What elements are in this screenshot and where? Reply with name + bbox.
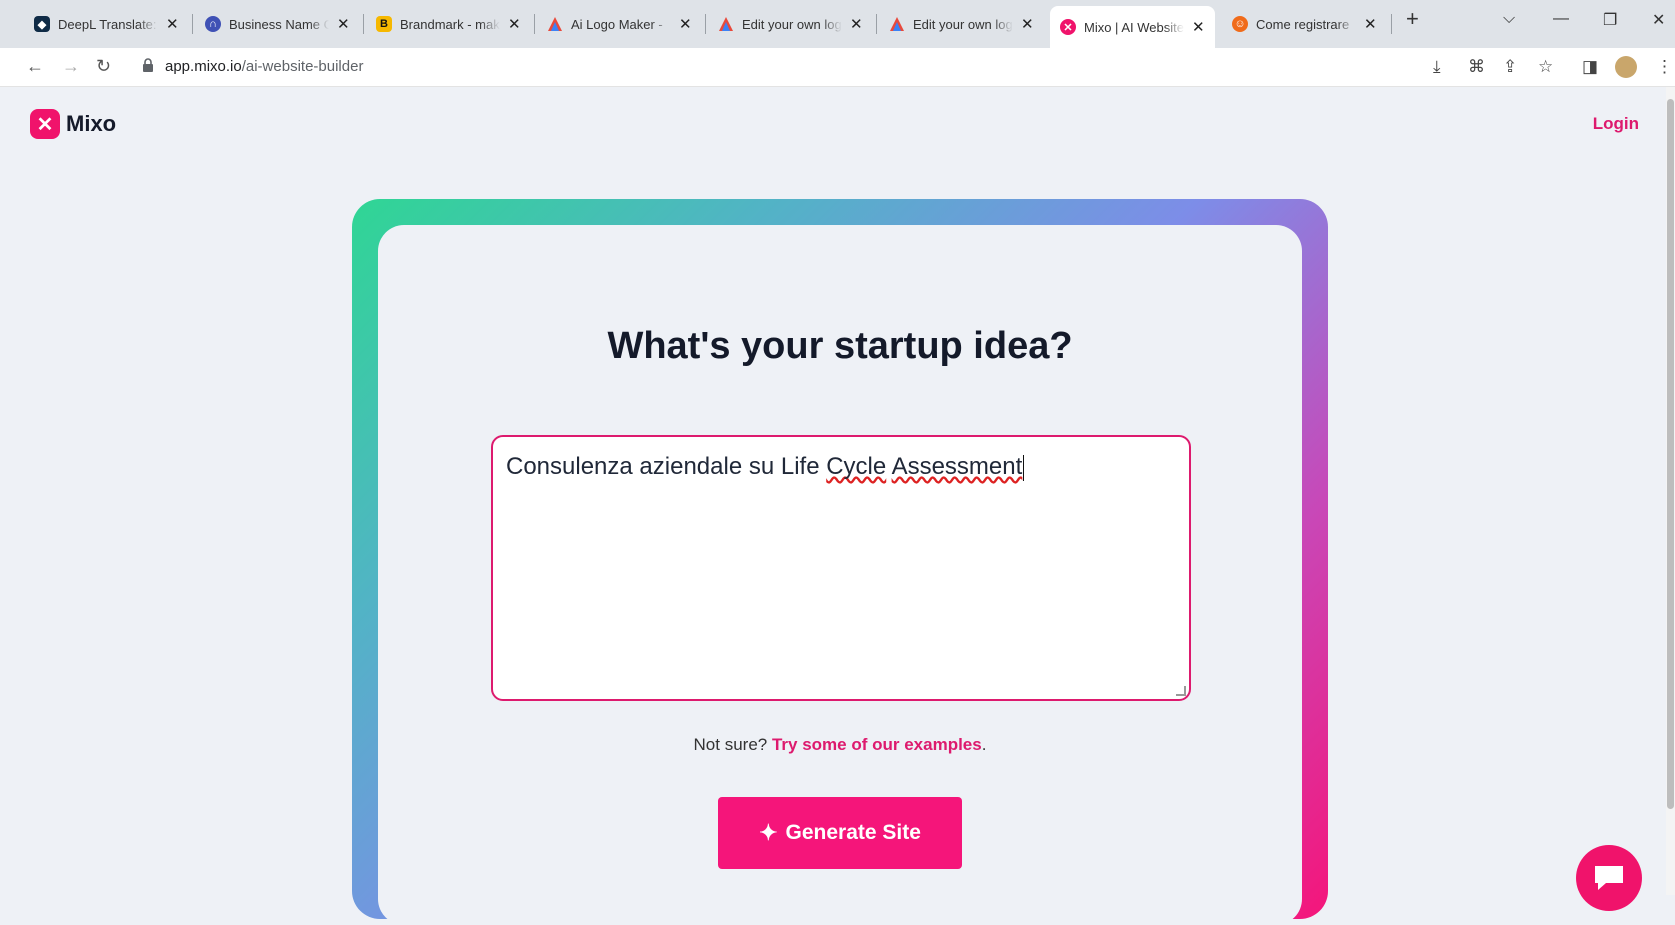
chat-button[interactable] xyxy=(1576,845,1642,911)
tab-edit-logo-2[interactable]: Edit your own log ✕ xyxy=(889,8,1034,40)
brandmark-icon: B xyxy=(376,16,392,32)
mixo-icon: ✕ xyxy=(1060,19,1076,35)
triangle-logo-icon xyxy=(547,16,563,32)
side-panel-icon[interactable]: ◨ xyxy=(1582,57,1598,77)
tab-ai-logo-maker[interactable]: Ai Logo Maker - ✕ xyxy=(547,8,692,40)
forward-icon[interactable]: → xyxy=(62,56,80,77)
mixo-logo[interactable]: ✕ Mixo xyxy=(30,109,116,139)
tab-brandmark[interactable]: B Brandmark - mak ✕ xyxy=(376,8,521,40)
scrollbar[interactable] xyxy=(1666,87,1675,895)
close-icon[interactable]: ✕ xyxy=(1364,15,1377,33)
reload-icon[interactable]: ↻ xyxy=(96,56,111,77)
gradient-frame: What's your startup idea? Consulenza azi… xyxy=(352,199,1328,925)
chat-bubble-icon xyxy=(1595,866,1623,890)
close-icon[interactable]: ✕ xyxy=(1021,15,1034,33)
examples-link[interactable]: Try some of our examples xyxy=(772,735,982,754)
new-tab-icon[interactable]: + xyxy=(1406,6,1419,32)
lock-icon[interactable] xyxy=(143,58,153,72)
translate-icon[interactable]: ⌘ xyxy=(1468,57,1485,77)
triangle-logo-icon xyxy=(889,16,905,32)
idea-card: What's your startup idea? Consulenza azi… xyxy=(378,225,1302,925)
close-icon[interactable]: ✕ xyxy=(508,15,521,33)
login-link[interactable]: Login xyxy=(1593,114,1639,134)
browser-toolbar: ← → ↻ app.mixo.io/ai-website-builder ⤓ ⌘… xyxy=(0,48,1675,87)
close-icon[interactable]: ✕ xyxy=(850,15,863,33)
close-icon[interactable]: ✕ xyxy=(337,15,350,33)
close-icon[interactable]: ✕ xyxy=(1192,18,1205,36)
startup-idea-textarea[interactable]: Consulenza aziendale su Life Cycle Asses… xyxy=(491,435,1191,701)
close-window-icon[interactable]: ✕ xyxy=(1652,10,1665,30)
page: ✕ Mixo Login What's your startup idea? C… xyxy=(12,87,1663,925)
triangle-logo-icon xyxy=(718,16,734,32)
close-icon[interactable]: ✕ xyxy=(679,15,692,33)
resize-handle-icon[interactable] xyxy=(1176,686,1186,696)
tab-edit-logo-1[interactable]: Edit your own log ✕ xyxy=(718,8,863,40)
minimize-icon[interactable]: — xyxy=(1553,10,1569,28)
share-icon[interactable]: ⇪ xyxy=(1503,57,1517,77)
deepl-icon: ◆ xyxy=(34,16,50,32)
tab-deepl[interactable]: ◆ DeepL Translate: ✕ xyxy=(34,8,179,40)
address-bar[interactable]: app.mixo.io/ai-website-builder xyxy=(165,58,363,75)
idea-text: Consulenza aziendale su Life Cycle Asses… xyxy=(506,453,1025,481)
page-title: What's your startup idea? xyxy=(607,325,1073,367)
namelix-icon: ∩ xyxy=(205,16,221,32)
menu-icon[interactable]: ⋮ xyxy=(1656,57,1673,77)
close-icon[interactable]: ✕ xyxy=(166,15,179,33)
chevron-down-icon[interactable]: ⌵ xyxy=(1503,10,1515,28)
install-icon[interactable]: ⤓ xyxy=(1433,57,1441,77)
bookmark-star-icon[interactable]: ☆ xyxy=(1538,57,1553,77)
tab-business-name[interactable]: ∩ Business Name Ge ✕ xyxy=(205,8,350,40)
tab-mixo[interactable]: ✕ Mixo | AI Website ✕ xyxy=(1050,6,1215,48)
smile-icon: ☺ xyxy=(1232,16,1248,32)
sparkle-icon: ✦ xyxy=(759,820,778,845)
examples-hint: Not sure? Try some of our examples. xyxy=(693,735,987,754)
browser-tab-strip: ◆ DeepL Translate: ✕ ∩ Business Name Ge … xyxy=(0,0,1675,48)
tab-come-registrare[interactable]: ☺ Come registrare ✕ xyxy=(1232,8,1377,40)
mixo-logo-icon: ✕ xyxy=(30,109,60,139)
generate-site-button[interactable]: ✦ Generate Site xyxy=(718,797,962,869)
back-icon[interactable]: ← xyxy=(26,56,44,77)
profile-avatar[interactable] xyxy=(1615,56,1637,78)
restore-icon[interactable]: ❐ xyxy=(1603,10,1617,30)
